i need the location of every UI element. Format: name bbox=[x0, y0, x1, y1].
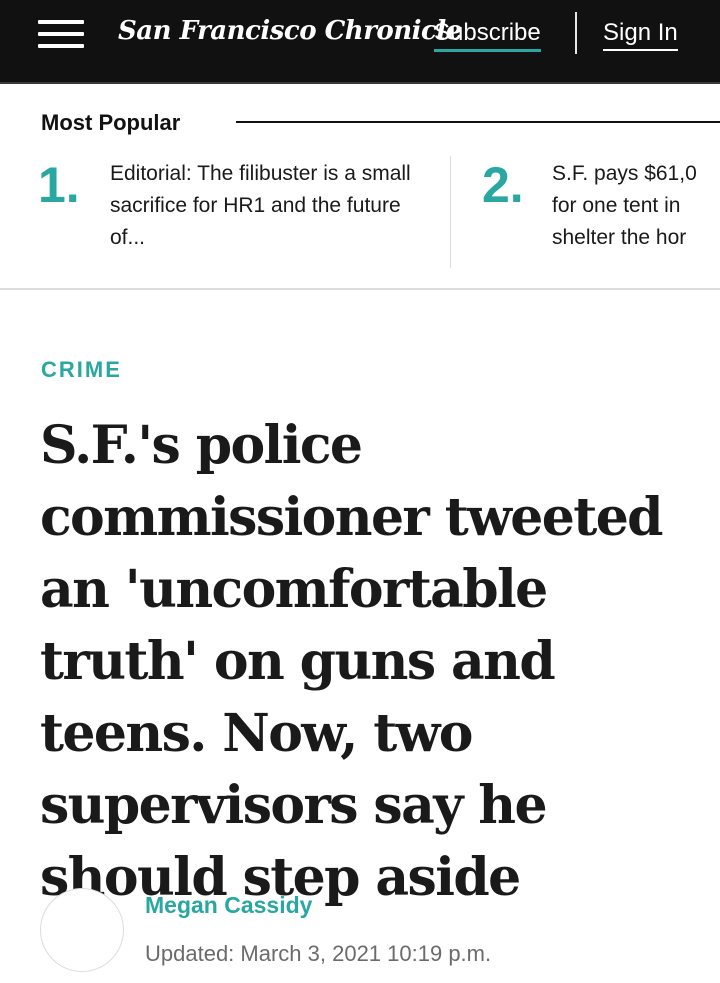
popular-item-title[interactable]: S.F. pays $61,0 for one tent in shelter … bbox=[552, 158, 720, 254]
top-navigation-bar: San Francisco Chronicle Subscribe Sign I… bbox=[0, 0, 720, 84]
popular-item-title[interactable]: Editorial: The filibuster is a small sac… bbox=[110, 158, 428, 254]
hamburger-menu-icon[interactable] bbox=[38, 20, 84, 48]
most-popular-section: Most Popular 1. Editorial: The filibuste… bbox=[0, 86, 720, 290]
popular-item-1[interactable]: 1. Editorial: The filibuster is a small … bbox=[38, 156, 438, 266]
subscribe-link[interactable]: Subscribe bbox=[434, 19, 541, 52]
menu-line bbox=[38, 44, 84, 48]
article-headline: S.F.'s police commissioner tweeted an 'u… bbox=[40, 415, 664, 908]
popular-rank: 2. bbox=[482, 157, 524, 213]
popular-item-title-line: for one tent in bbox=[552, 194, 681, 217]
menu-line bbox=[38, 20, 84, 24]
popular-item-separator bbox=[450, 156, 451, 268]
site-logo[interactable]: San Francisco Chronicle bbox=[118, 16, 462, 46]
popular-item-title-line: S.F. pays $61,0 bbox=[552, 162, 697, 185]
most-popular-title: Most Popular bbox=[41, 110, 181, 135]
header-divider bbox=[575, 12, 577, 54]
author-avatar bbox=[40, 888, 124, 972]
popular-item-2[interactable]: 2. S.F. pays $61,0 for one tent in shelt… bbox=[482, 156, 720, 266]
updated-timestamp: Updated: March 3, 2021 10:19 p.m. bbox=[145, 941, 492, 966]
menu-line bbox=[38, 32, 84, 36]
popular-item-title-line: shelter the hor bbox=[552, 226, 687, 249]
section-rule bbox=[236, 121, 720, 123]
article-section-label[interactable]: CRIME bbox=[41, 357, 122, 383]
author-name[interactable]: Megan Cassidy bbox=[145, 892, 312, 919]
popular-rank: 1. bbox=[38, 157, 80, 213]
sign-in-link[interactable]: Sign In bbox=[603, 19, 678, 51]
